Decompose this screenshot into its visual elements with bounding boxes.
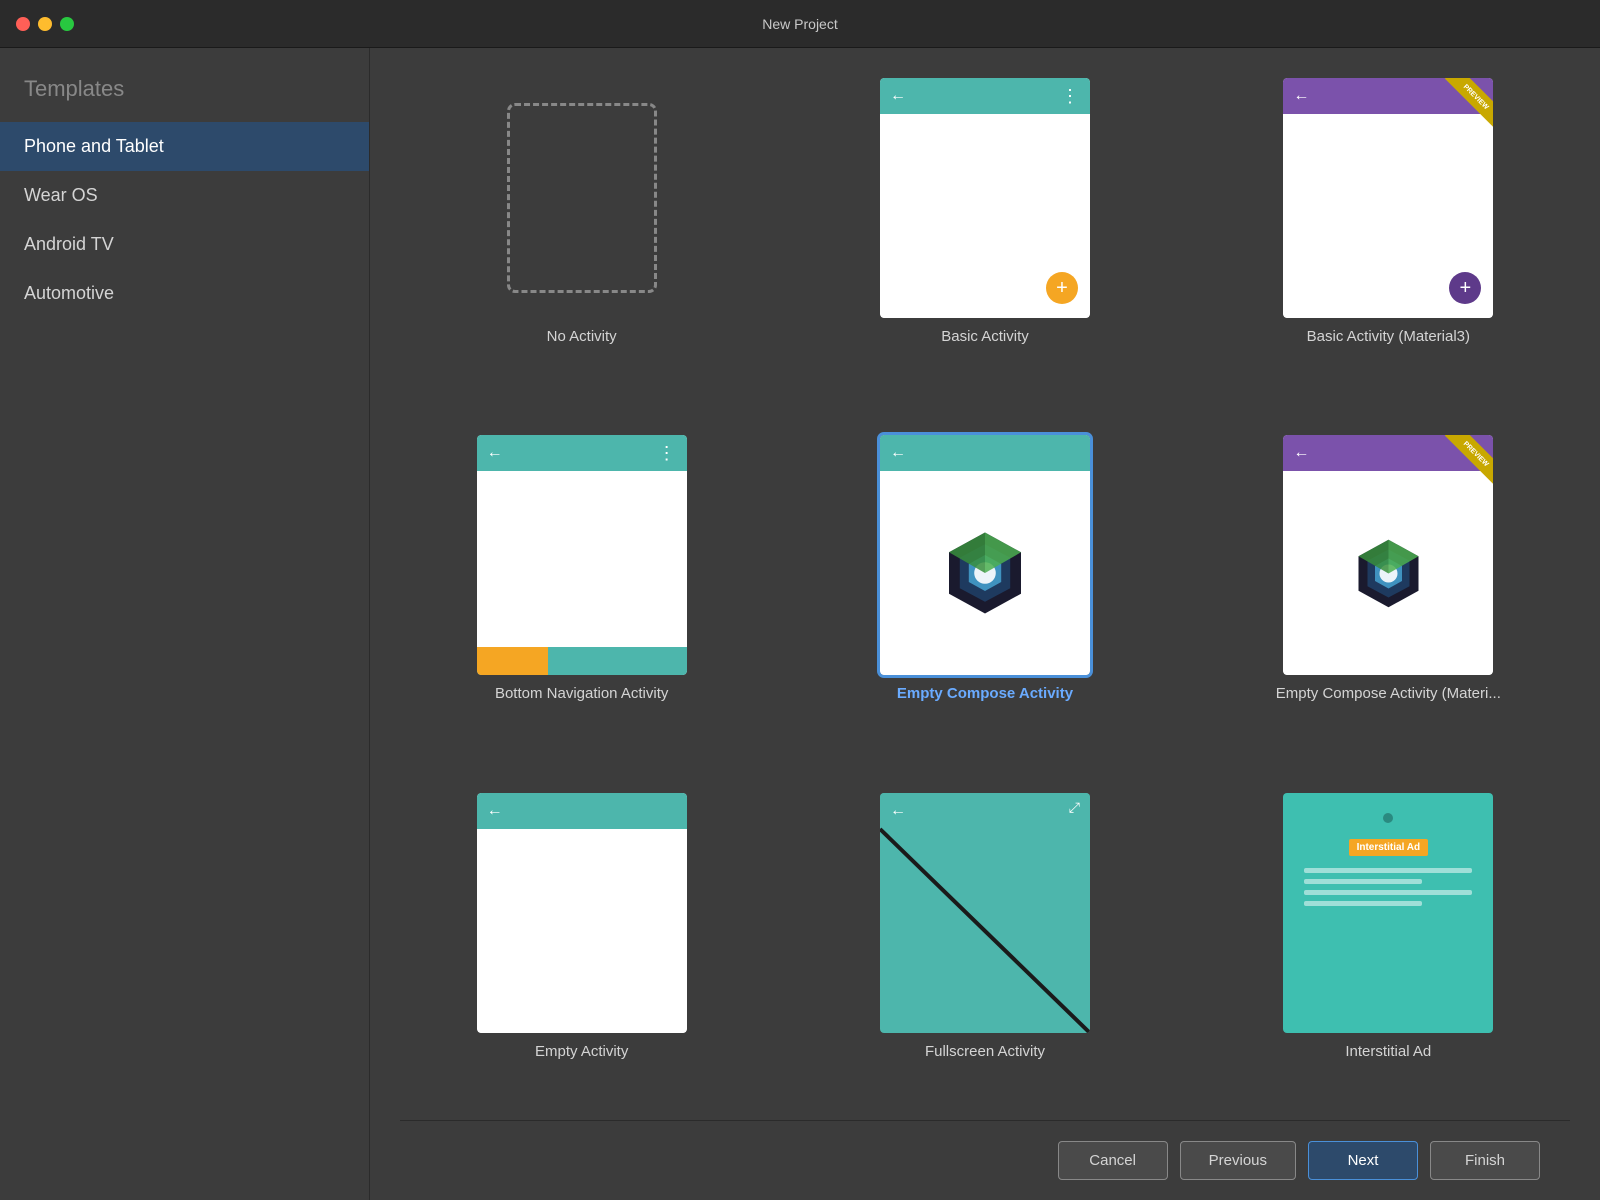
bottom-nav-active-tab bbox=[477, 647, 548, 675]
template-card-bottom-nav[interactable]: ← ⋮ Bottom Navigation Activity bbox=[400, 435, 763, 762]
empty-compose-material-preview: ← bbox=[1283, 435, 1493, 675]
template-card-fullscreen[interactable]: ← ⤢ Fullscreen Activity bbox=[803, 793, 1166, 1120]
phone-mockup-basic: ← ⋮ + bbox=[880, 78, 1090, 318]
back-arrow-icon-cm: ← bbox=[1293, 444, 1309, 462]
template-label-empty-compose-material: Empty Compose Activity (Materi... bbox=[1276, 685, 1501, 702]
window-controls bbox=[16, 17, 74, 31]
interstitial-ad-badge: Interstitial Ad bbox=[1349, 839, 1429, 856]
fullscreen-preview: ← ⤢ bbox=[880, 793, 1090, 1033]
template-label-empty-compose: Empty Compose Activity bbox=[897, 685, 1073, 702]
content-area: No Activity ← ⋮ + Basic Activity bbox=[370, 48, 1600, 1200]
bottom-nav-toolbar: ← ⋮ bbox=[477, 435, 687, 471]
close-button[interactable] bbox=[16, 17, 30, 31]
interstitial-dot bbox=[1383, 813, 1393, 823]
minimize-button[interactable] bbox=[38, 17, 52, 31]
sidebar-item-android-tv[interactable]: Android TV bbox=[0, 220, 369, 269]
interstitial-line-1 bbox=[1304, 868, 1472, 873]
material3-body: + bbox=[1283, 114, 1493, 318]
basic-material3-preview: ← ⋮ + PREVIEW bbox=[1283, 78, 1493, 318]
preview-tag-container-cm: PREVIEW bbox=[1435, 435, 1493, 493]
empty-activity-preview: ← bbox=[477, 793, 687, 1033]
template-label-empty-activity: Empty Activity bbox=[535, 1043, 628, 1060]
templates-grid: No Activity ← ⋮ + Basic Activity bbox=[400, 78, 1570, 1120]
basic-toolbar: ← ⋮ bbox=[880, 78, 1090, 114]
main-layout: Templates Phone and Tablet Wear OS Andro… bbox=[0, 48, 1600, 1200]
compose-logo-icon bbox=[940, 528, 1030, 618]
next-button[interactable]: Next bbox=[1308, 1141, 1418, 1180]
empty-activity-toolbar: ← bbox=[477, 793, 687, 829]
phone-mockup-bottom-nav: ← ⋮ bbox=[477, 435, 687, 675]
fab-button-material3: + bbox=[1449, 272, 1481, 304]
template-label-no-activity: No Activity bbox=[547, 328, 617, 345]
interstitial-ad-preview: Interstitial Ad bbox=[1283, 793, 1493, 1033]
sidebar: Templates Phone and Tablet Wear OS Andro… bbox=[0, 48, 370, 1200]
button-row: Cancel Previous Next Finish bbox=[400, 1120, 1570, 1200]
template-label-basic-activity: Basic Activity bbox=[941, 328, 1029, 345]
template-card-interstitial-ad[interactable]: Interstitial Ad Interstitial Ad bbox=[1207, 793, 1570, 1120]
preview-tag-text-cm: PREVIEW bbox=[1462, 440, 1490, 468]
back-arrow-icon-bn: ← bbox=[487, 444, 503, 462]
diagonal-line-icon bbox=[880, 793, 1090, 1033]
preview-tag-cm: PREVIEW bbox=[1445, 435, 1493, 485]
compose-toolbar: ← bbox=[880, 435, 1090, 471]
bottom-nav-body bbox=[477, 471, 687, 647]
no-activity-preview bbox=[477, 78, 687, 318]
sidebar-item-wear-os[interactable]: Wear OS bbox=[0, 171, 369, 220]
template-card-empty-activity[interactable]: ← Empty Activity bbox=[400, 793, 763, 1120]
compose-body bbox=[880, 471, 1090, 675]
sidebar-title: Templates bbox=[0, 76, 369, 122]
window-title: New Project bbox=[762, 16, 837, 32]
basic-body: + bbox=[880, 114, 1090, 318]
template-card-empty-compose-material[interactable]: ← bbox=[1207, 435, 1570, 762]
interstitial-lines bbox=[1304, 868, 1472, 912]
compose-material-logo-icon bbox=[1351, 536, 1426, 611]
finish-button[interactable]: Finish bbox=[1430, 1141, 1540, 1180]
title-bar: New Project bbox=[0, 0, 1600, 48]
interstitial-line-2 bbox=[1304, 879, 1422, 884]
more-options-icon: ⋮ bbox=[1061, 86, 1080, 107]
cancel-button[interactable]: Cancel bbox=[1058, 1141, 1168, 1180]
dashed-rect bbox=[507, 103, 657, 293]
fab-button-basic: + bbox=[1046, 272, 1078, 304]
template-label-interstitial: Interstitial Ad bbox=[1345, 1043, 1431, 1060]
template-card-empty-compose[interactable]: ← bbox=[803, 435, 1166, 762]
empty-activity-body bbox=[477, 829, 687, 1033]
back-arrow-icon-ea: ← bbox=[487, 802, 503, 820]
empty-compose-preview: ← bbox=[880, 435, 1090, 675]
fullscreen-mockup: ← ⤢ bbox=[880, 793, 1090, 1033]
maximize-button[interactable] bbox=[60, 17, 74, 31]
template-label-bottom-nav: Bottom Navigation Activity bbox=[495, 685, 668, 702]
sidebar-item-automotive[interactable]: Automotive bbox=[0, 269, 369, 318]
template-card-basic-material3[interactable]: ← ⋮ + PREVIEW Basic Activity (Ma bbox=[1207, 78, 1570, 405]
preview-tag-container: PREVIEW bbox=[1435, 78, 1493, 136]
interstitial-mockup: Interstitial Ad bbox=[1283, 793, 1493, 1033]
template-card-no-activity[interactable]: No Activity bbox=[400, 78, 763, 405]
phone-mockup-compose: ← bbox=[880, 435, 1090, 675]
previous-button[interactable]: Previous bbox=[1180, 1141, 1296, 1180]
template-card-basic-activity[interactable]: ← ⋮ + Basic Activity bbox=[803, 78, 1166, 405]
interstitial-line-3 bbox=[1304, 890, 1472, 895]
phone-mockup-empty: ← bbox=[477, 793, 687, 1033]
template-label-basic-material3: Basic Activity (Material3) bbox=[1307, 328, 1470, 345]
template-label-fullscreen: Fullscreen Activity bbox=[925, 1043, 1045, 1060]
preview-tag: PREVIEW bbox=[1445, 78, 1493, 128]
back-arrow-icon-compose: ← bbox=[890, 444, 906, 462]
sidebar-item-phone-tablet[interactable]: Phone and Tablet bbox=[0, 122, 369, 171]
preview-tag-text: PREVIEW bbox=[1462, 83, 1490, 111]
bottom-nav-preview: ← ⋮ bbox=[477, 435, 687, 675]
more-options-icon-bn: ⋮ bbox=[658, 443, 677, 464]
bottom-nav-bar bbox=[477, 647, 687, 675]
back-arrow-icon: ← bbox=[890, 87, 906, 105]
back-arrow-icon-m3: ← bbox=[1293, 87, 1309, 105]
interstitial-line-4 bbox=[1304, 901, 1422, 906]
basic-activity-preview: ← ⋮ + bbox=[880, 78, 1090, 318]
compose-material-body bbox=[1283, 471, 1493, 675]
